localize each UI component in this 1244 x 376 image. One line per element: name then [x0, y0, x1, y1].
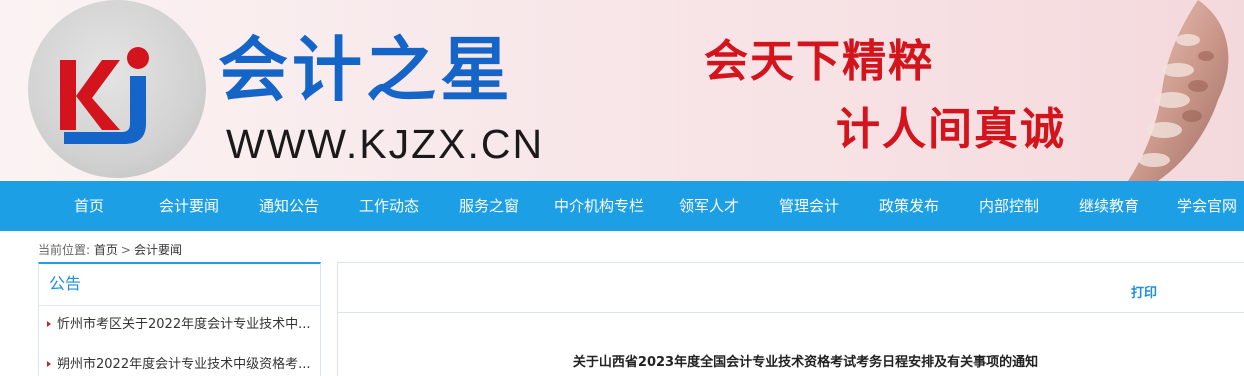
nav-item-continuing-education[interactable]: 继续教育: [1070, 181, 1148, 231]
sidebar-announcements: 公告 忻州市考区关于2022年度会计专业技术中... 朔州市2022年度会计专业…: [38, 262, 321, 376]
bullet-triangle-icon: [47, 320, 51, 327]
nav-item-society-site[interactable]: 学会官网: [1170, 181, 1244, 231]
main-nav: 首页 会计要闻 通知公告 工作动态 服务之窗 中介机构专栏 领军人才 管理会计 …: [0, 181, 1244, 231]
bullet-triangle-icon: [47, 360, 51, 367]
nav-item-leading-talent[interactable]: 领军人才: [670, 181, 748, 231]
article-panel: 打印 关于山西省2023年度全国会计专业技术资格考试考务日程安排及有关事项的通知: [337, 262, 1244, 376]
nav-item-service-window[interactable]: 服务之窗: [450, 181, 528, 231]
article-toolbar: 打印: [338, 263, 1244, 313]
breadcrumb: 当前位置: 首页 > 会计要闻: [38, 240, 182, 260]
sidebar-title: 公告: [39, 264, 320, 306]
header-banner: 会计之星 WWW.KJZX.CN 会天下精粹 计人间真诚: [0, 0, 1244, 181]
kj-logo-icon[interactable]: [58, 38, 154, 148]
nav-item-accounting-news[interactable]: 会计要闻: [150, 181, 228, 231]
slogan-line-2: 计人间真诚: [836, 104, 1066, 155]
nav-item-management-accounting[interactable]: 管理会计: [770, 181, 848, 231]
nav-item-internal-control[interactable]: 内部控制: [970, 181, 1048, 231]
seashell-decoration-icon: [1128, 0, 1229, 181]
breadcrumb-home-link[interactable]: 首页: [94, 243, 118, 257]
nav-item-notices[interactable]: 通知公告: [250, 181, 328, 231]
breadcrumb-separator: >: [120, 243, 131, 257]
nav-item-work-updates[interactable]: 工作动态: [350, 181, 428, 231]
nav-item-policy[interactable]: 政策发布: [870, 181, 948, 231]
breadcrumb-prefix: 当前位置:: [38, 243, 91, 257]
print-button[interactable]: 打印: [1131, 282, 1157, 301]
article-title: 关于山西省2023年度全国会计专业技术资格考试考务日程安排及有关事项的通知: [572, 355, 1039, 370]
brand-name: 会计之星: [218, 29, 514, 111]
sidebar-item-label: 朔州市2022年度会计专业技术中级资格考...: [57, 357, 311, 372]
sidebar-list-item[interactable]: 忻州市考区关于2022年度会计专业技术中...: [47, 314, 319, 336]
nav-item-home[interactable]: 首页: [58, 181, 120, 231]
nav-item-intermediary[interactable]: 中介机构专栏: [546, 181, 652, 231]
breadcrumb-current-link[interactable]: 会计要闻: [134, 243, 182, 257]
slogan-line-1: 会天下精粹: [704, 36, 934, 87]
sidebar-list-item[interactable]: 朔州市2022年度会计专业技术中级资格考...: [47, 354, 319, 376]
sidebar-item-label: 忻州市考区关于2022年度会计专业技术中...: [57, 317, 311, 332]
brand-url: WWW.KJZX.CN: [226, 121, 545, 167]
